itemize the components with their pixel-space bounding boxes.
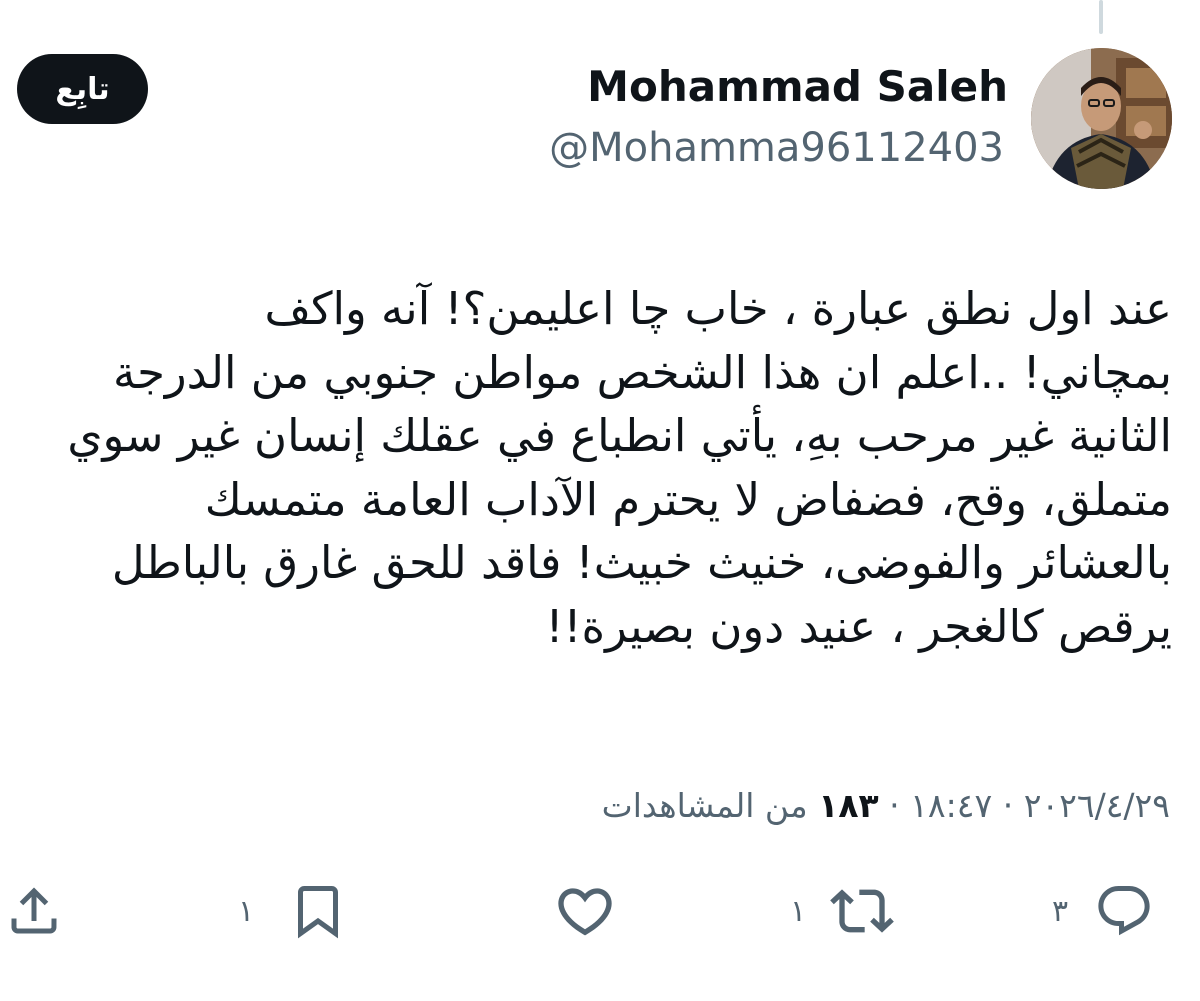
tweet-text-line: عند اول نطق عبارة ، خاب چا اعليمن؟! آنه …: [264, 282, 1173, 335]
tweet-time[interactable]: ١٨:٤٧: [910, 786, 992, 825]
like-button[interactable]: [553, 878, 617, 944]
repost-button[interactable]: ١: [790, 878, 894, 944]
reply-button[interactable]: ٣: [1052, 878, 1154, 944]
meta-separator: ·: [1002, 786, 1014, 825]
tweet-text-line: متملق، وقح، فضفاض لا يحترم الآداب العامة…: [204, 472, 1172, 526]
tweet-text-line: الثانية غير مرحب بهِ، يأتي انطباع في عقل…: [67, 409, 1172, 462]
meta-separator: ·: [889, 786, 900, 825]
tweet-text-line: يرقص كالغجر ، عنيد دون بصيرة!!: [545, 599, 1172, 653]
avatar[interactable]: [1031, 48, 1172, 189]
heart-icon: [553, 879, 617, 943]
bookmark-button[interactable]: ١: [238, 878, 348, 944]
views-count: ١٨٣: [818, 786, 879, 825]
share-button[interactable]: [4, 878, 64, 944]
bookmark-count: ١: [238, 893, 255, 929]
share-icon: [4, 881, 64, 941]
bookmark-icon: [288, 881, 348, 941]
author-handle[interactable]: @Mohamma96112403: [549, 126, 1004, 170]
tweet-date[interactable]: ٢٠٢٦/٤/٢٩: [1024, 786, 1170, 825]
repost-count: ١: [790, 893, 807, 929]
repost-icon: [830, 879, 894, 943]
reply-count: ٣: [1052, 893, 1069, 929]
tweet-meta: ٢٠٢٦/٤/٢٩ · ١٨:٤٧ · ١٨٣ من المشاهدات: [602, 786, 1170, 826]
tweet-text: عند اول نطق عبارة ، خاب چا اعليمن؟! آنه …: [8, 277, 1172, 658]
views-label: من المشاهدات: [601, 786, 808, 825]
author-display-name[interactable]: Mohammad Saleh: [587, 63, 1008, 110]
follow-button[interactable]: تابِع: [17, 54, 148, 124]
reply-icon: [1094, 881, 1154, 941]
tweet-text-line: بمچاني! ..اعلم ان هذا الشخص مواطن جنوبي …: [112, 345, 1172, 399]
tweet-text-line: بالعشائر والفوضى، خنيث خبيث! فاقد للحق غ…: [111, 536, 1172, 589]
thread-connector-line: [1099, 0, 1103, 34]
